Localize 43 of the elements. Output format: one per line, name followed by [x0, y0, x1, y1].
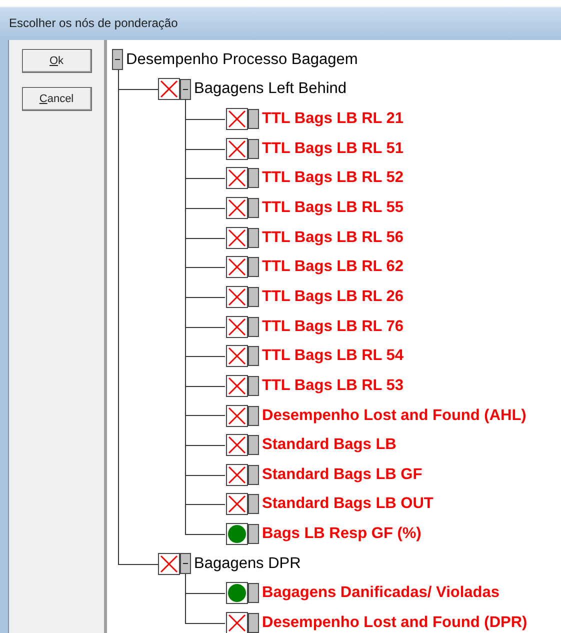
tree-node-label[interactable]: Desempenho Lost and Found (AHL) [259, 406, 526, 424]
handle-bar [248, 228, 259, 248]
tree-node-label[interactable]: TTL Bags LB RL 54 [259, 347, 404, 366]
collapse-button[interactable] [180, 553, 191, 574]
handle-bar [248, 286, 259, 307]
ok-button[interactable]: Ok [22, 49, 92, 73]
handle-bar [248, 494, 259, 514]
collapse-button[interactable] [180, 78, 191, 100]
handle-bar [248, 198, 259, 218]
tree-node-label[interactable]: Standard Bags LB [259, 436, 396, 454]
tree-node-label[interactable]: Bags LB Resp GF (%) [259, 525, 422, 544]
tree-node-label[interactable]: TTL Bags LB RL 21 [259, 110, 404, 128]
handle-bar [248, 464, 259, 485]
handle-bar [248, 612, 259, 633]
handle-bar [248, 376, 259, 396]
handle-bar [248, 524, 259, 544]
collapse-button[interactable] [112, 49, 123, 70]
tree-node-label[interactable]: TTL Bags LB RL 51 [259, 140, 404, 158]
handle-bar [248, 406, 259, 426]
tree-node-label[interactable]: Desempenho Lost and Found (DPR) [259, 614, 528, 632]
tree-node-label[interactable]: TTL Bags LB RL 56 [259, 228, 404, 247]
handle-bar [248, 109, 259, 130]
handle-bar [248, 316, 259, 337]
tree-node-label[interactable]: Standard Bags LB OUT [259, 495, 434, 514]
handle-bar [248, 138, 259, 159]
handle-bar [248, 346, 259, 366]
tree-node-label[interactable]: TTL Bags LB RL 76 [259, 318, 404, 336]
tree-node-label[interactable]: TTL Bags LB RL 55 [259, 199, 404, 218]
handle-bar [248, 257, 259, 278]
tree-node-label[interactable]: Standard Bags LB GF [259, 466, 422, 484]
window-title: Escolher os nós de ponderação [9, 16, 178, 30]
tree-node-label[interactable]: TTL Bags LB RL 26 [259, 288, 404, 306]
tree-node-label[interactable]: Desempenho Processo Bagagem [123, 50, 358, 69]
handle-bar [248, 168, 259, 188]
tree-node-label[interactable]: Bagagens Danificadas/ Violadas [259, 584, 500, 602]
tree-node-label[interactable]: TTL Bags LB RL 53 [259, 376, 404, 395]
tree-node-label[interactable]: TTL Bags LB RL 52 [259, 169, 404, 188]
tree-node-label[interactable]: TTL Bags LB RL 62 [259, 258, 404, 276]
handle-bar [248, 583, 259, 604]
cancel-button[interactable]: Cancel [22, 87, 92, 111]
tree-node-label[interactable]: Bagagens DPR [191, 554, 301, 573]
tree-node-label[interactable]: Bagagens Left Behind [191, 80, 347, 98]
handle-bar [248, 435, 259, 456]
